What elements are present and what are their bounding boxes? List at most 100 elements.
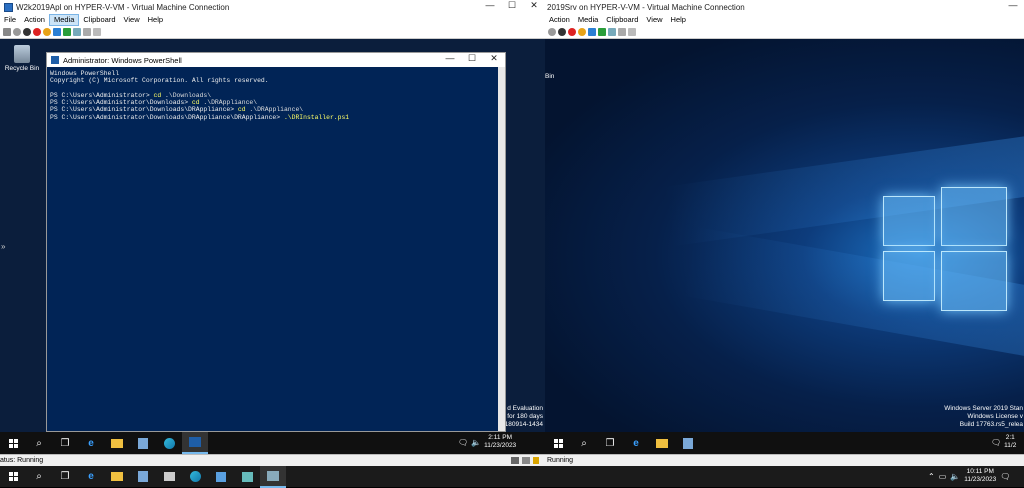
search-icon[interactable]: ⌕ xyxy=(571,432,597,454)
left-vm-taskbar: ⌕ ❐ e 🗨 🔈 2:11 PM 11/23/2023 xyxy=(0,432,545,454)
turn-off-icon[interactable] xyxy=(558,28,566,36)
notification-icon[interactable]: 🗨 xyxy=(458,438,468,447)
edge-icon[interactable] xyxy=(156,432,182,454)
volume-icon[interactable]: 🔈 xyxy=(950,472,960,481)
enhanced-session-icon[interactable] xyxy=(93,28,101,36)
recycle-bin[interactable]: Recycle Bin xyxy=(2,45,42,72)
windows-logo-icon xyxy=(8,472,18,481)
file-explorer-icon[interactable] xyxy=(649,432,675,454)
task-view-icon[interactable]: ❐ xyxy=(52,466,78,488)
host-taskbar: ⌕ ❐ e ⌃ ▭ 🔈 10:11 PM 11/23/2023 🗨 xyxy=(0,465,1024,488)
ctrl-alt-del-icon[interactable] xyxy=(3,28,11,36)
menu-help[interactable]: Help xyxy=(144,14,167,26)
expand-handle-icon[interactable]: » xyxy=(1,242,10,251)
pause-icon[interactable] xyxy=(53,28,61,36)
task-view-icon[interactable]: ❐ xyxy=(597,432,623,454)
shutdown-icon[interactable] xyxy=(33,28,41,36)
powershell-icon xyxy=(51,56,59,64)
maximize-button[interactable]: ☐ xyxy=(501,0,523,11)
task-view-icon[interactable]: ❐ xyxy=(52,432,78,454)
right-vm-menubar: Action Media Clipboard View Help xyxy=(545,14,1024,26)
pause-icon[interactable] xyxy=(588,28,596,36)
right-minimize-button[interactable]: — xyxy=(1002,0,1024,10)
right-tray: 🗨 2:1 11/2 xyxy=(991,434,1016,450)
server-manager-icon[interactable] xyxy=(675,432,701,454)
menu-clipboard[interactable]: Clipboard xyxy=(79,14,119,26)
close-button[interactable]: ✕ xyxy=(523,0,545,11)
server-manager-icon[interactable] xyxy=(130,466,156,488)
left-clock[interactable]: 2:11 PM 11/23/2023 xyxy=(484,434,516,450)
save-state-icon[interactable] xyxy=(578,28,586,36)
file-explorer-icon[interactable] xyxy=(104,432,130,454)
ie-icon[interactable]: e xyxy=(78,466,104,488)
ps-line: PS C:\Users\Administrator> cd .\Download… xyxy=(50,91,212,99)
file-explorer-icon[interactable] xyxy=(104,466,130,488)
left-vm-titlebar[interactable]: W2k2019Apl on HYPER-V-VM - Virtual Machi… xyxy=(0,0,545,14)
recycle-bin[interactable]: Bin xyxy=(545,73,554,80)
menu-view[interactable]: View xyxy=(120,14,144,26)
checkpoint-icon[interactable] xyxy=(73,28,81,36)
menu-help[interactable]: Help xyxy=(667,14,690,26)
left-vm-menubar: File Action Media Clipboard View Help xyxy=(0,14,545,26)
chevron-up-icon[interactable]: ⌃ xyxy=(928,472,935,481)
ps-minimize-button[interactable]: — xyxy=(439,53,461,64)
right-vm-status: Running xyxy=(547,457,574,464)
ps-maximize-button[interactable]: ☐ xyxy=(461,53,483,64)
ie-icon[interactable]: e xyxy=(78,432,104,454)
host-start-button[interactable] xyxy=(0,466,26,488)
setup-icon[interactable] xyxy=(156,466,182,488)
store-icon[interactable] xyxy=(208,466,234,488)
checkpoint-icon[interactable] xyxy=(608,28,616,36)
hyperv-manager-icon[interactable] xyxy=(234,466,260,488)
network-icon[interactable]: ▭ xyxy=(939,472,947,481)
shutdown-icon[interactable] xyxy=(568,28,576,36)
reset-icon[interactable] xyxy=(63,28,71,36)
menu-media[interactable]: Media xyxy=(48,14,80,26)
turn-off-icon[interactable] xyxy=(23,28,31,36)
menu-clipboard[interactable]: Clipboard xyxy=(602,14,642,26)
search-icon[interactable]: ⌕ xyxy=(26,432,52,454)
powershell-taskbar-icon[interactable] xyxy=(182,432,208,454)
ps-line: PS C:\Users\Administrator\Downloads\DRAp… xyxy=(50,106,304,114)
menu-file[interactable]: File xyxy=(0,14,20,26)
revert-icon[interactable] xyxy=(618,28,626,36)
minimize-button[interactable]: — xyxy=(479,0,501,11)
menu-media[interactable]: Media xyxy=(574,14,602,26)
left-vm-statusbar: atus: Running xyxy=(0,454,545,466)
volume-icon[interactable]: 🔈 xyxy=(471,438,481,447)
left-tray: 🗨 🔈 2:11 PM 11/23/2023 xyxy=(458,434,516,450)
save-state-icon[interactable] xyxy=(43,28,51,36)
vm-connection-taskbar-icon[interactable] xyxy=(260,465,286,488)
notification-icon[interactable]: 🗨 xyxy=(1000,472,1010,481)
vm-connection-icon xyxy=(4,2,13,12)
ps-close-button[interactable]: ✕ xyxy=(483,53,505,64)
enhanced-session-icon[interactable] xyxy=(628,28,636,36)
menu-action[interactable]: Action xyxy=(545,14,574,26)
menu-view[interactable]: View xyxy=(642,14,666,26)
start-button[interactable] xyxy=(545,432,571,454)
windows-logo-pane xyxy=(883,251,935,301)
right-vm-titlebar[interactable]: 2019Srv on HYPER-V-VM - Virtual Machine … xyxy=(545,0,1024,14)
search-icon[interactable]: ⌕ xyxy=(26,466,52,488)
host-clock[interactable]: 10:11 PM 11/23/2023 xyxy=(964,468,996,484)
start-button[interactable] xyxy=(0,432,26,454)
recycle-bin-label: Recycle Bin xyxy=(4,65,40,72)
ps-scrollbar[interactable] xyxy=(498,67,505,431)
start-icon[interactable] xyxy=(548,28,556,36)
powershell-titlebar[interactable]: Administrator: Windows PowerShell — ☐ ✕ xyxy=(47,53,505,67)
windows-logo-icon xyxy=(553,438,563,448)
right-clock[interactable]: 2:1 11/2 xyxy=(1004,434,1016,450)
left-vm-title: W2k2019Apl on HYPER-V-VM - Virtual Machi… xyxy=(16,2,230,12)
edge-icon[interactable] xyxy=(182,466,208,488)
left-vm-window: W2k2019Apl on HYPER-V-VM - Virtual Machi… xyxy=(0,0,545,466)
reset-icon[interactable] xyxy=(598,28,606,36)
menu-action[interactable]: Action xyxy=(20,14,49,26)
start-icon[interactable] xyxy=(13,28,21,36)
powershell-console[interactable]: Windows PowerShell Copyright (C) Microsof… xyxy=(47,67,505,124)
right-vm-statusbar: Running xyxy=(545,454,1024,466)
ie-icon[interactable]: e xyxy=(623,432,649,454)
windows-watermark: Windows Server 2019 Stan Windows License… xyxy=(944,405,1023,428)
revert-icon[interactable] xyxy=(83,28,91,36)
notification-icon[interactable]: 🗨 xyxy=(991,438,1001,447)
server-manager-icon[interactable] xyxy=(130,432,156,454)
